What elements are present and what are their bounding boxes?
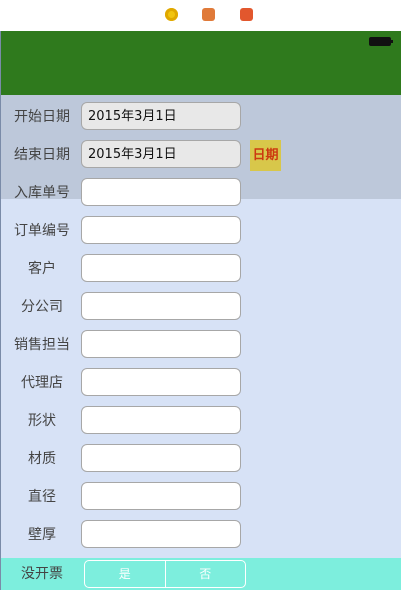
segment-yes[interactable]: 是 — [85, 561, 165, 587]
agent-field[interactable] — [81, 368, 241, 396]
segment-no[interactable]: 否 — [164, 561, 246, 587]
date-button[interactable]: 日期 — [250, 140, 281, 171]
row-end-date: 结束日期 2015年3月1日 — [1, 140, 401, 170]
target-icon[interactable] — [165, 8, 178, 21]
diameter-field[interactable] — [81, 482, 241, 510]
exit-icon[interactable] — [240, 8, 253, 21]
order-no-label: 订单编号 — [14, 223, 70, 239]
invoice-bar: 没开票 是 否 — [1, 558, 401, 590]
row-branch: 分公司 — [1, 292, 401, 322]
order-no-field[interactable] — [81, 216, 241, 244]
row-shape: 形状 — [1, 406, 401, 436]
row-sales-rep: 销售担当 — [1, 330, 401, 360]
wall-thickness-label: 壁厚 — [28, 527, 56, 543]
diameter-label: 直径 — [28, 489, 56, 505]
end-date-label: 结束日期 — [14, 147, 70, 163]
row-agent: 代理店 — [1, 368, 401, 398]
material-field[interactable] — [81, 444, 241, 472]
start-date-label: 开始日期 — [14, 109, 70, 125]
xcode-toolbar — [0, 0, 402, 31]
sales-rep-field[interactable] — [81, 330, 241, 358]
end-date-field[interactable]: 2015年3月1日 — [81, 140, 241, 168]
branch-field[interactable] — [81, 292, 241, 320]
start-date-field[interactable]: 2015年3月1日 — [81, 102, 241, 130]
shape-field[interactable] — [81, 406, 241, 434]
battery-icon — [369, 37, 393, 46]
row-start-date: 开始日期 2015年3月1日 — [1, 102, 401, 132]
invoice-label: 没开票 — [21, 566, 63, 582]
row-order-no: 订单编号 — [1, 216, 401, 246]
agent-label: 代理店 — [21, 375, 63, 391]
customer-label: 客户 — [28, 261, 56, 277]
customer-field[interactable] — [81, 254, 241, 282]
branch-label: 分公司 — [21, 299, 63, 315]
device-screen: 开始日期 2015年3月1日 结束日期 2015年3月1日 日期 入库单号 订单… — [0, 31, 401, 590]
wall-thickness-field[interactable] — [81, 520, 241, 548]
invoice-segmented-control[interactable]: 是 否 — [84, 560, 246, 588]
nav-header — [1, 31, 401, 95]
material-label: 材质 — [28, 451, 56, 467]
row-diameter: 直径 — [1, 482, 401, 512]
row-material: 材质 — [1, 444, 401, 474]
inbound-no-field[interactable] — [81, 178, 241, 206]
sales-rep-label: 销售担当 — [14, 337, 70, 353]
row-customer: 客户 — [1, 254, 401, 284]
row-inbound-no: 入库单号 — [1, 178, 401, 208]
shape-label: 形状 — [28, 413, 56, 429]
cube-icon[interactable] — [202, 8, 215, 21]
inbound-no-label: 入库单号 — [14, 185, 70, 201]
row-wall-thickness: 壁厚 — [1, 520, 401, 550]
